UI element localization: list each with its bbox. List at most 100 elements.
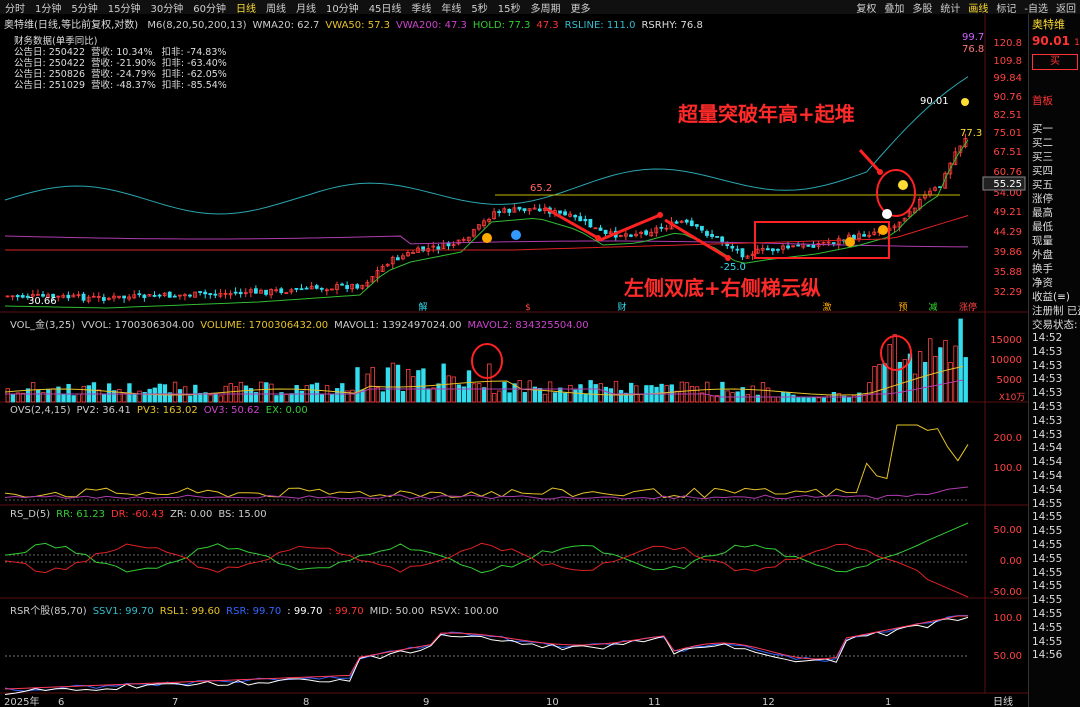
volume-bar <box>370 366 375 403</box>
event-marker: 减 <box>928 301 937 313</box>
price-tick: 99.84 <box>993 73 1022 84</box>
rsr-line <box>4 615 969 692</box>
tick-time: 14:55 <box>1032 538 1063 551</box>
legend-item: : 99.70 <box>328 606 364 617</box>
volume-bar <box>776 396 781 403</box>
signal-marker <box>845 237 855 247</box>
arrow-head <box>877 169 883 175</box>
tick-time: 14:55 <box>1032 635 1063 648</box>
legend-item: BS: 15.00 <box>218 509 267 520</box>
signal-marker <box>878 225 888 235</box>
candle-body <box>213 293 218 296</box>
legend-item: RSVX: 100.00 <box>430 606 499 617</box>
volume-bar <box>390 362 396 403</box>
volume-bar <box>76 393 81 403</box>
candle-body <box>355 284 360 289</box>
tab-timeframe[interactable]: 10分钟 <box>321 0 364 15</box>
finance-row: 公告日: 251029 营收: -48.37% 扣非: -85.54% <box>14 80 227 91</box>
candle-body <box>497 211 502 213</box>
volume-highlight <box>471 343 503 379</box>
tab-timeframe[interactable]: 周线 <box>261 0 291 15</box>
volume-bar <box>517 380 522 403</box>
tab-timeframe[interactable]: 多周期 <box>526 0 566 15</box>
tab-timeframe[interactable]: 45日线 <box>364 0 407 15</box>
ovs-tick: 200.0 <box>993 433 1022 444</box>
current-price-label: 55.25 <box>993 179 1022 190</box>
tab-timeframe[interactable]: 月线 <box>291 0 321 15</box>
volume-bar <box>274 395 279 403</box>
candle-body <box>578 216 583 222</box>
legend-item: RSL1: 99.60 <box>159 606 221 617</box>
buy-button[interactable]: 买 <box>1032 54 1078 70</box>
volume-bar <box>30 382 36 403</box>
volume-bar <box>938 347 943 403</box>
order-book-label: 收益(≡) <box>1032 291 1070 303</box>
toolbar-action-button[interactable]: 统计 <box>936 0 964 15</box>
tab-timeframe[interactable]: 15秒 <box>493 0 526 15</box>
signal-marker <box>511 230 521 240</box>
candle-body <box>715 236 720 238</box>
tab-timeframe[interactable]: 5分钟 <box>66 0 102 15</box>
volume-bar <box>811 396 816 403</box>
tab-timeframe[interactable]: 30分钟 <box>145 0 188 15</box>
annotation-top: 超量突破年高+起堆 <box>678 102 855 126</box>
candle-body <box>264 289 268 295</box>
rsd-tick: 0.00 <box>1000 556 1022 567</box>
order-book-label: 换手 <box>1032 263 1053 275</box>
candle-body <box>770 248 775 252</box>
tick-time: 14:53 <box>1032 387 1063 400</box>
x-axis-label: 10 <box>546 697 559 707</box>
legend-item: WMA20: 62.7 <box>252 20 320 31</box>
candle-body <box>299 288 304 291</box>
volume-bar <box>684 382 690 403</box>
tick-time: 14:55 <box>1032 566 1063 579</box>
candle-body <box>694 224 699 227</box>
tab-timeframe[interactable]: 年线 <box>436 0 466 15</box>
order-book-label: 注册制 已盈 <box>1032 305 1080 317</box>
legend-item: RSR: 99.70 <box>226 606 282 617</box>
candle-body <box>20 295 25 298</box>
volume-bar <box>471 383 477 403</box>
toolbar-action-button[interactable]: 叠加 <box>880 0 908 15</box>
tab-timeframe[interactable]: 15分钟 <box>103 0 146 15</box>
tab-timeframe[interactable]: 季线 <box>406 0 436 15</box>
finance-header: 财务数据(单季同比) <box>14 36 98 47</box>
volume-bar <box>588 380 593 403</box>
price-tick: 82.51 <box>993 110 1022 121</box>
toolbar-action-button[interactable]: 返回 <box>1052 0 1080 15</box>
x-axis-label: 8 <box>303 697 309 707</box>
volume-bar <box>669 384 674 403</box>
candle-body <box>81 293 86 301</box>
volume-bar <box>289 393 294 403</box>
vol-unit: X10万 <box>999 393 1026 403</box>
volume-bar <box>558 387 563 403</box>
volume-bar <box>522 392 527 403</box>
tick-time: 14:53 <box>1032 359 1063 372</box>
volume-bar <box>208 394 213 403</box>
candle-body <box>142 294 147 298</box>
top-value-label: 99.7 <box>962 32 984 43</box>
vol-tick: 5000 <box>997 375 1022 386</box>
hold-label: 77.3 <box>960 128 982 139</box>
legend-item: ZR: 0.00 <box>170 509 213 520</box>
tab-timeframe[interactable]: 5秒 <box>466 0 492 15</box>
x-axis-label: 12 <box>762 697 775 707</box>
toolbar-action-button[interactable]: 多股 <box>908 0 936 15</box>
tab-timeframe[interactable]: 1分钟 <box>30 0 66 15</box>
order-book-label: 买四 <box>1032 165 1053 177</box>
tab-timeframe[interactable]: 日线 <box>231 0 261 15</box>
volume-bar <box>770 396 776 403</box>
tab-timeframe[interactable]: 更多 <box>566 0 596 15</box>
tab-timeframe[interactable]: 60分钟 <box>188 0 231 15</box>
legend-item: M6(8,20,50,200,13) <box>147 20 247 31</box>
toolbar-action-button[interactable]: 复权 <box>852 0 880 15</box>
candle-body <box>659 226 664 229</box>
vol-tick: 10000 <box>990 355 1022 366</box>
volume-bar <box>598 383 603 403</box>
signal-marker <box>898 180 908 190</box>
legend-item: VWA200: 47.3 <box>395 20 467 31</box>
tab-timeframe[interactable]: 分时 <box>0 0 30 15</box>
toolbar-action-button[interactable]: 画线 <box>964 0 992 15</box>
toolbar-action-button[interactable]: -自选 <box>1020 0 1052 15</box>
toolbar-action-button[interactable]: 标记 <box>992 0 1020 15</box>
